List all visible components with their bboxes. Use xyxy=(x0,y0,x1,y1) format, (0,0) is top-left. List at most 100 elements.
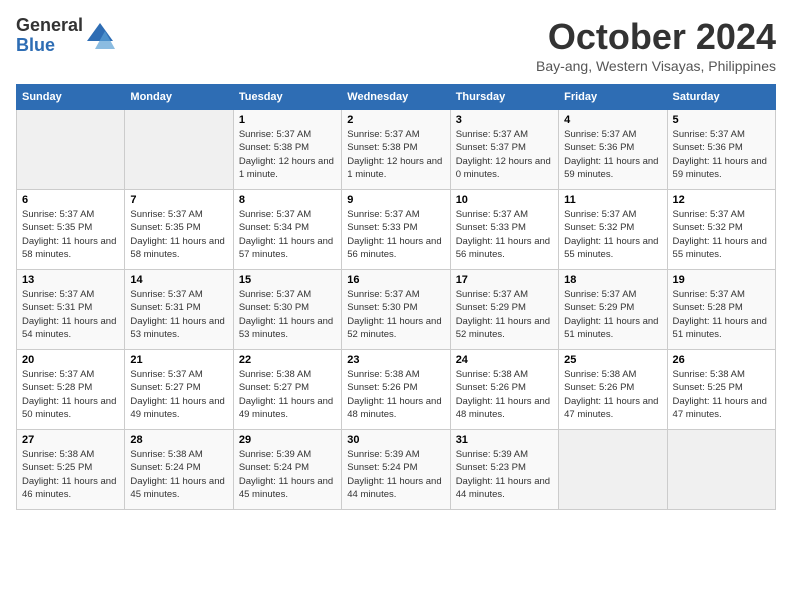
day-info: Sunrise: 5:37 AMSunset: 5:38 PMDaylight:… xyxy=(347,128,444,181)
day-number: 16 xyxy=(347,274,444,286)
col-tuesday: Tuesday xyxy=(233,85,341,110)
day-info: Sunrise: 5:38 AMSunset: 5:27 PMDaylight:… xyxy=(239,368,336,421)
day-info: Sunrise: 5:39 AMSunset: 5:24 PMDaylight:… xyxy=(239,448,336,501)
day-number: 13 xyxy=(22,274,119,286)
calendar-table: Sunday Monday Tuesday Wednesday Thursday… xyxy=(16,84,776,510)
day-number: 2 xyxy=(347,114,444,126)
col-friday: Friday xyxy=(559,85,667,110)
title-block: October 2024 Bay-ang, Western Visayas, P… xyxy=(536,16,776,74)
day-number: 12 xyxy=(673,194,770,206)
day-number: 28 xyxy=(130,434,227,446)
table-row: 30 Sunrise: 5:39 AMSunset: 5:24 PMDaylig… xyxy=(342,430,450,510)
day-info: Sunrise: 5:37 AMSunset: 5:28 PMDaylight:… xyxy=(22,368,119,421)
day-number: 22 xyxy=(239,354,336,366)
day-info: Sunrise: 5:39 AMSunset: 5:24 PMDaylight:… xyxy=(347,448,444,501)
table-row: 21 Sunrise: 5:37 AMSunset: 5:27 PMDaylig… xyxy=(125,350,233,430)
day-info: Sunrise: 5:38 AMSunset: 5:26 PMDaylight:… xyxy=(347,368,444,421)
table-row: 8 Sunrise: 5:37 AMSunset: 5:34 PMDayligh… xyxy=(233,190,341,270)
day-number: 9 xyxy=(347,194,444,206)
day-info: Sunrise: 5:39 AMSunset: 5:23 PMDaylight:… xyxy=(456,448,553,501)
table-row: 24 Sunrise: 5:38 AMSunset: 5:26 PMDaylig… xyxy=(450,350,558,430)
day-info: Sunrise: 5:37 AMSunset: 5:30 PMDaylight:… xyxy=(347,288,444,341)
day-info: Sunrise: 5:37 AMSunset: 5:35 PMDaylight:… xyxy=(22,208,119,261)
day-number: 6 xyxy=(22,194,119,206)
table-row: 20 Sunrise: 5:37 AMSunset: 5:28 PMDaylig… xyxy=(17,350,125,430)
day-info: Sunrise: 5:37 AMSunset: 5:38 PMDaylight:… xyxy=(239,128,336,181)
table-row: 11 Sunrise: 5:37 AMSunset: 5:32 PMDaylig… xyxy=(559,190,667,270)
calendar-week-5: 27 Sunrise: 5:38 AMSunset: 5:25 PMDaylig… xyxy=(17,430,776,510)
table-row: 5 Sunrise: 5:37 AMSunset: 5:36 PMDayligh… xyxy=(667,110,775,190)
day-info: Sunrise: 5:37 AMSunset: 5:33 PMDaylight:… xyxy=(347,208,444,261)
header-row: Sunday Monday Tuesday Wednesday Thursday… xyxy=(17,85,776,110)
day-info: Sunrise: 5:37 AMSunset: 5:34 PMDaylight:… xyxy=(239,208,336,261)
table-row xyxy=(17,110,125,190)
day-info: Sunrise: 5:37 AMSunset: 5:28 PMDaylight:… xyxy=(673,288,770,341)
table-row: 1 Sunrise: 5:37 AMSunset: 5:38 PMDayligh… xyxy=(233,110,341,190)
day-info: Sunrise: 5:37 AMSunset: 5:36 PMDaylight:… xyxy=(673,128,770,181)
day-number: 31 xyxy=(456,434,553,446)
location: Bay-ang, Western Visayas, Philippines xyxy=(536,58,776,74)
calendar-week-4: 20 Sunrise: 5:37 AMSunset: 5:28 PMDaylig… xyxy=(17,350,776,430)
table-row: 15 Sunrise: 5:37 AMSunset: 5:30 PMDaylig… xyxy=(233,270,341,350)
table-row: 17 Sunrise: 5:37 AMSunset: 5:29 PMDaylig… xyxy=(450,270,558,350)
col-sunday: Sunday xyxy=(17,85,125,110)
day-number: 14 xyxy=(130,274,227,286)
table-row: 13 Sunrise: 5:37 AMSunset: 5:31 PMDaylig… xyxy=(17,270,125,350)
calendar-week-3: 13 Sunrise: 5:37 AMSunset: 5:31 PMDaylig… xyxy=(17,270,776,350)
day-number: 24 xyxy=(456,354,553,366)
table-row: 31 Sunrise: 5:39 AMSunset: 5:23 PMDaylig… xyxy=(450,430,558,510)
table-row xyxy=(125,110,233,190)
table-row: 28 Sunrise: 5:38 AMSunset: 5:24 PMDaylig… xyxy=(125,430,233,510)
day-number: 4 xyxy=(564,114,661,126)
day-info: Sunrise: 5:38 AMSunset: 5:25 PMDaylight:… xyxy=(22,448,119,501)
table-row: 27 Sunrise: 5:38 AMSunset: 5:25 PMDaylig… xyxy=(17,430,125,510)
day-number: 30 xyxy=(347,434,444,446)
day-info: Sunrise: 5:37 AMSunset: 5:29 PMDaylight:… xyxy=(564,288,661,341)
table-row: 18 Sunrise: 5:37 AMSunset: 5:29 PMDaylig… xyxy=(559,270,667,350)
day-info: Sunrise: 5:38 AMSunset: 5:26 PMDaylight:… xyxy=(564,368,661,421)
day-info: Sunrise: 5:37 AMSunset: 5:31 PMDaylight:… xyxy=(22,288,119,341)
table-row: 19 Sunrise: 5:37 AMSunset: 5:28 PMDaylig… xyxy=(667,270,775,350)
logo-icon xyxy=(85,21,115,51)
day-info: Sunrise: 5:38 AMSunset: 5:24 PMDaylight:… xyxy=(130,448,227,501)
table-row: 12 Sunrise: 5:37 AMSunset: 5:32 PMDaylig… xyxy=(667,190,775,270)
day-number: 20 xyxy=(22,354,119,366)
day-number: 3 xyxy=(456,114,553,126)
table-row: 22 Sunrise: 5:38 AMSunset: 5:27 PMDaylig… xyxy=(233,350,341,430)
day-number: 5 xyxy=(673,114,770,126)
table-row: 23 Sunrise: 5:38 AMSunset: 5:26 PMDaylig… xyxy=(342,350,450,430)
day-info: Sunrise: 5:37 AMSunset: 5:37 PMDaylight:… xyxy=(456,128,553,181)
day-info: Sunrise: 5:37 AMSunset: 5:27 PMDaylight:… xyxy=(130,368,227,421)
table-row: 25 Sunrise: 5:38 AMSunset: 5:26 PMDaylig… xyxy=(559,350,667,430)
table-row: 3 Sunrise: 5:37 AMSunset: 5:37 PMDayligh… xyxy=(450,110,558,190)
day-number: 17 xyxy=(456,274,553,286)
logo-general: General xyxy=(16,16,83,36)
month-title: October 2024 xyxy=(536,16,776,58)
day-info: Sunrise: 5:38 AMSunset: 5:25 PMDaylight:… xyxy=(673,368,770,421)
day-number: 8 xyxy=(239,194,336,206)
day-number: 1 xyxy=(239,114,336,126)
day-number: 19 xyxy=(673,274,770,286)
day-info: Sunrise: 5:37 AMSunset: 5:31 PMDaylight:… xyxy=(130,288,227,341)
day-number: 18 xyxy=(564,274,661,286)
day-number: 7 xyxy=(130,194,227,206)
table-row xyxy=(667,430,775,510)
table-row: 16 Sunrise: 5:37 AMSunset: 5:30 PMDaylig… xyxy=(342,270,450,350)
logo: General Blue xyxy=(16,16,115,56)
table-row: 2 Sunrise: 5:37 AMSunset: 5:38 PMDayligh… xyxy=(342,110,450,190)
day-number: 27 xyxy=(22,434,119,446)
logo-blue: Blue xyxy=(16,36,83,56)
day-info: Sunrise: 5:37 AMSunset: 5:32 PMDaylight:… xyxy=(564,208,661,261)
day-info: Sunrise: 5:38 AMSunset: 5:26 PMDaylight:… xyxy=(456,368,553,421)
day-number: 29 xyxy=(239,434,336,446)
table-row: 10 Sunrise: 5:37 AMSunset: 5:33 PMDaylig… xyxy=(450,190,558,270)
day-info: Sunrise: 5:37 AMSunset: 5:36 PMDaylight:… xyxy=(564,128,661,181)
col-saturday: Saturday xyxy=(667,85,775,110)
col-thursday: Thursday xyxy=(450,85,558,110)
day-info: Sunrise: 5:37 AMSunset: 5:29 PMDaylight:… xyxy=(456,288,553,341)
table-row: 9 Sunrise: 5:37 AMSunset: 5:33 PMDayligh… xyxy=(342,190,450,270)
calendar-week-2: 6 Sunrise: 5:37 AMSunset: 5:35 PMDayligh… xyxy=(17,190,776,270)
logo-text: General Blue xyxy=(16,16,83,56)
table-row: 7 Sunrise: 5:37 AMSunset: 5:35 PMDayligh… xyxy=(125,190,233,270)
day-number: 15 xyxy=(239,274,336,286)
